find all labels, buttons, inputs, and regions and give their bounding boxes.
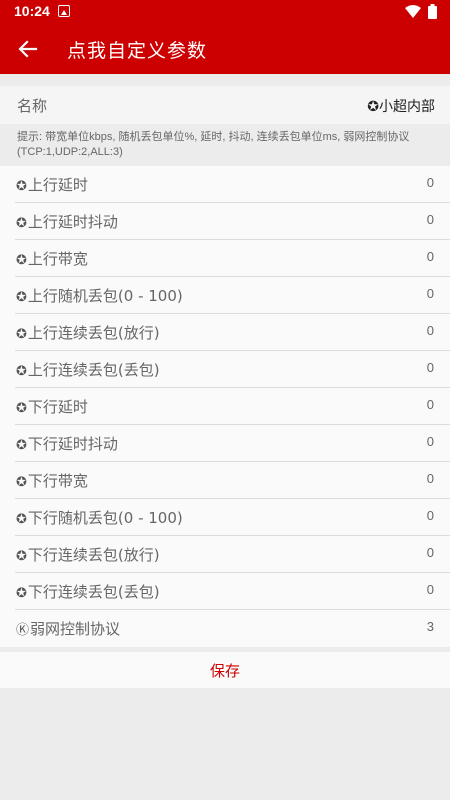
param-label-text: 下行延时 <box>27 398 88 416</box>
param-label: ✪下行连续丢包(丢包) <box>16 581 160 602</box>
save-button[interactable]: 保存 <box>0 652 450 688</box>
star-circle-icon: ✪ <box>16 253 27 268</box>
param-row[interactable]: ✪下行延时抖动 0 <box>0 425 450 462</box>
wifi-icon <box>405 5 421 18</box>
star-circle-icon: ✪ <box>16 549 27 564</box>
param-label: ✪下行连续丢包(放行) <box>16 544 160 565</box>
param-row[interactable]: ✪下行连续丢包(丢包) 0 <box>0 573 450 610</box>
param-label-text: 上行延时抖动 <box>27 213 118 231</box>
param-label: ✪上行连续丢包(丢包) <box>16 359 160 380</box>
status-time: 10:24 <box>14 3 50 19</box>
param-row[interactable]: ✪上行连续丢包(丢包) 0 <box>0 351 450 388</box>
param-label: ✪上行随机丢包(0 - 100) <box>16 285 183 306</box>
params-list: ✪上行延时 0 ✪上行延时抖动 0 ✪上行带宽 0 ✪上行随机丢包(0 - 100) 0 ✪上行… <box>0 166 450 647</box>
param-label-text: 上行带宽 <box>27 250 88 268</box>
param-label-text: 上行随机丢包(0 - 100) <box>27 287 183 305</box>
name-value: ✪小超内部 <box>367 99 435 115</box>
param-value: 0 <box>426 471 434 486</box>
param-value: 3 <box>426 619 434 634</box>
battery-icon <box>428 4 437 19</box>
param-row[interactable]: ✪下行带宽 0 <box>0 462 450 499</box>
star-circle-icon: ✪ <box>16 364 27 379</box>
hint-text: 提示: 带宽单位kbps, 随机丢包单位%, 延时, 抖动, 连续丢包单位ms,… <box>17 131 410 158</box>
arrow-left-icon <box>18 40 38 58</box>
param-label: ✪上行连续丢包(放行) <box>16 322 160 343</box>
name-label: 名称 <box>17 97 48 115</box>
param-label-text: 下行带宽 <box>27 472 88 490</box>
param-value: 0 <box>426 582 434 597</box>
param-label-text: 下行连续丢包(放行) <box>27 546 160 564</box>
param-value: 0 <box>426 212 434 227</box>
param-label-text: 上行连续丢包(放行) <box>27 324 160 342</box>
param-label-text: 弱网控制协议 <box>30 620 121 638</box>
param-label-text: 上行连续丢包(丢包) <box>27 361 160 379</box>
param-value: 0 <box>426 360 434 375</box>
param-row[interactable]: ✪下行延时 0 <box>0 388 450 425</box>
app-notification-icon <box>58 5 70 17</box>
param-label-text: 上行延时 <box>27 176 88 194</box>
param-value: 0 <box>426 545 434 560</box>
param-value: 0 <box>426 323 434 338</box>
param-row[interactable]: Ⓚ弱网控制协议 3 <box>0 610 450 647</box>
star-circle-icon: ✪ <box>16 512 27 527</box>
star-circle-icon: ✪ <box>16 216 27 231</box>
param-value: 0 <box>426 286 434 301</box>
star-circle-icon: ✪ <box>16 438 27 453</box>
back-button[interactable] <box>8 29 48 69</box>
star-circle-icon: ✪ <box>16 290 27 305</box>
param-row[interactable]: ✪上行带宽 0 <box>0 240 450 277</box>
param-label: ✪下行延时抖动 <box>16 433 118 454</box>
param-value: 0 <box>426 249 434 264</box>
param-row[interactable]: ✪下行随机丢包(0 - 100) 0 <box>0 499 450 536</box>
param-row[interactable]: ✪上行连续丢包(放行) 0 <box>0 314 450 351</box>
param-label: Ⓚ弱网控制协议 <box>16 618 120 639</box>
star-circle-icon: ✪ <box>16 586 27 601</box>
name-row[interactable]: 名称 ✪小超内部 <box>0 86 450 124</box>
param-row[interactable]: ✪上行延时 0 <box>0 166 450 203</box>
param-value: 0 <box>426 434 434 449</box>
param-label: ✪下行随机丢包(0 - 100) <box>16 507 183 528</box>
param-row[interactable]: ✪下行连续丢包(放行) 0 <box>0 536 450 573</box>
param-label-text: 下行延时抖动 <box>27 435 118 453</box>
status-bar: 10:24 <box>0 0 450 24</box>
star-circle-icon: ✪ <box>16 179 27 194</box>
param-label: ✪下行延时 <box>16 396 88 417</box>
star-circle-icon: ✪ <box>16 475 27 490</box>
param-label-text: 下行连续丢包(丢包) <box>27 583 160 601</box>
param-row[interactable]: ✪上行随机丢包(0 - 100) 0 <box>0 277 450 314</box>
param-label-text: 下行随机丢包(0 - 100) <box>27 509 183 527</box>
param-value: 0 <box>426 397 434 412</box>
star-circle-icon: ✪ <box>16 401 27 416</box>
page-title: 点我自定义参数 <box>67 40 208 62</box>
param-label: ✪下行带宽 <box>16 470 88 491</box>
param-label: ✪上行延时 <box>16 174 88 195</box>
param-value: 0 <box>426 508 434 523</box>
star-circle-icon: ✪ <box>16 327 27 342</box>
param-label: ✪上行延时抖动 <box>16 211 118 232</box>
param-label: ✪上行带宽 <box>16 248 88 269</box>
k-circle-icon: Ⓚ <box>16 623 30 638</box>
param-value: 0 <box>426 175 434 190</box>
app-bar: 点我自定义参数 <box>0 24 450 74</box>
param-row[interactable]: ✪上行延时抖动 0 <box>0 203 450 240</box>
